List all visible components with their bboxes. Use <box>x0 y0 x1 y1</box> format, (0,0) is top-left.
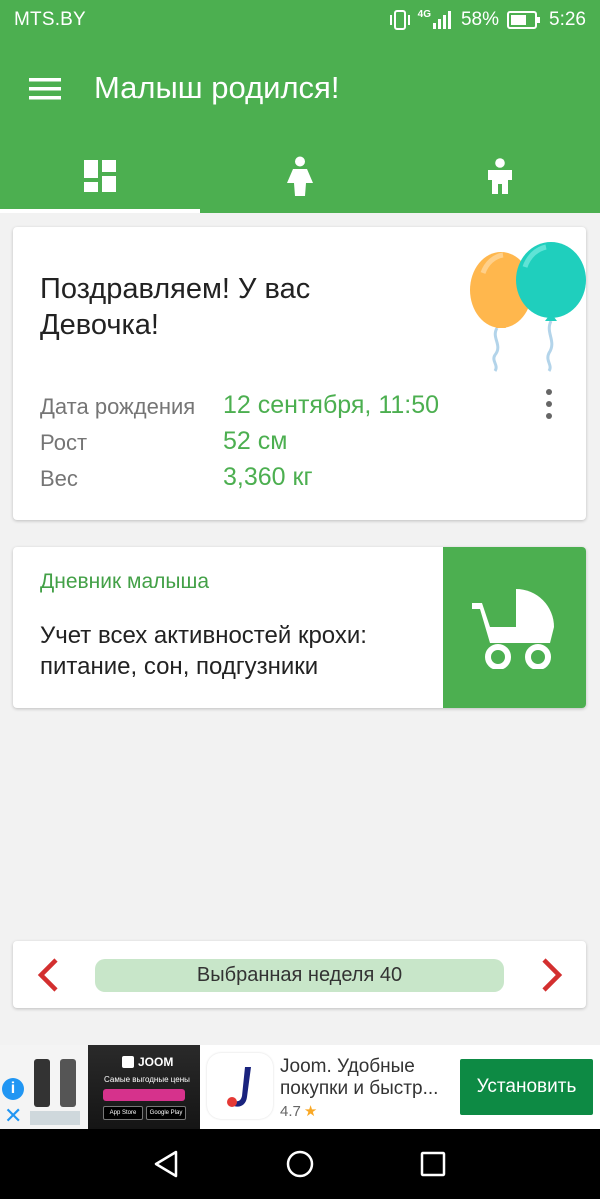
ad-brand-name: JOOM <box>138 1055 174 1069</box>
page-title: Малыш родился! <box>94 70 340 105</box>
chevron-right-icon <box>542 958 563 992</box>
tab-bar <box>0 138 600 213</box>
more-dot <box>546 389 552 395</box>
carrier-label: MTS.BY <box>14 9 86 30</box>
app-store-badge: App Store <box>103 1106 143 1120</box>
birth-date-label: Дата рождения <box>40 394 196 419</box>
more-options-button[interactable] <box>538 389 560 419</box>
congrats-heading: Поздравляем! У вас Девочка! <box>40 273 311 341</box>
birth-info-card: Поздравляем! У вас Девочка! Дата рождени… <box>13 227 586 520</box>
status-bar: MTS.BY 4G 58% 5:26 <box>0 0 600 40</box>
tab-indicator <box>0 209 200 213</box>
back-triangle-icon <box>154 1150 178 1178</box>
hamburger-menu-icon <box>29 78 61 100</box>
recents-button[interactable] <box>415 1146 451 1182</box>
height-value: 52 см <box>223 427 288 455</box>
more-dot <box>546 401 552 407</box>
google-play-badge: Google Play <box>146 1106 186 1120</box>
status-right-group: 4G 58% 5:26 <box>388 9 586 31</box>
recents-square-icon <box>420 1151 446 1177</box>
ad-tagline: Самые выгодные цены <box>104 1075 190 1084</box>
status-icons: 4G <box>388 8 453 30</box>
next-week-button[interactable] <box>529 952 575 998</box>
week-navigator: Выбранная неделя 40 <box>13 941 586 1008</box>
birth-date-value: 12 сентября, 11:50 <box>223 391 440 419</box>
signal-icon <box>432 11 451 29</box>
app-bar: Малыш родился! <box>0 40 600 138</box>
diary-description: Учет всех активностей крохи: питание, со… <box>40 622 367 680</box>
star-icon: ★ <box>303 1103 318 1120</box>
ad-promo-bar <box>103 1089 185 1101</box>
menu-button[interactable] <box>24 68 66 110</box>
home-button[interactable] <box>282 1146 318 1182</box>
more-dot <box>546 413 552 419</box>
weight-value: 3,360 кг <box>223 463 313 491</box>
install-button[interactable]: Установить <box>460 1059 593 1115</box>
baby-diary-card[interactable]: Дневник малыша Учет всех активностей кро… <box>13 547 586 708</box>
girl-icon <box>287 156 313 196</box>
ad-rating-value: 4.7 <box>280 1102 301 1120</box>
system-nav-bar <box>0 1129 600 1199</box>
battery-percent: 58% <box>460 9 500 30</box>
tab-boy[interactable] <box>400 138 600 213</box>
tab-girl[interactable] <box>200 138 400 213</box>
weight-label: Вес <box>40 466 78 491</box>
clock: 5:26 <box>549 9 586 30</box>
ad-rating: 4.7 ★ <box>280 1102 318 1121</box>
prev-week-button[interactable] <box>25 952 71 998</box>
chevron-left-icon <box>37 958 58 992</box>
home-circle-icon <box>286 1150 314 1178</box>
dashboard-icon <box>84 159 116 192</box>
boy-icon <box>488 157 512 194</box>
joom-logo-icon <box>227 1067 251 1107</box>
ad-app-icon <box>207 1053 273 1119</box>
back-button[interactable] <box>148 1146 184 1182</box>
network-label: 4G <box>417 8 431 20</box>
diary-title: Дневник малыша <box>40 570 209 593</box>
selected-week-label[interactable]: Выбранная неделя 40 <box>95 959 504 992</box>
diary-open-button[interactable] <box>443 547 586 708</box>
balloons-icon <box>470 242 586 372</box>
ad-close-icon[interactable]: ✕ <box>4 1103 22 1129</box>
vibrate-icon <box>389 10 410 30</box>
stroller-icon <box>471 588 554 669</box>
tab-dashboard[interactable] <box>0 138 200 213</box>
ad-title: Joom. Удобные покупки и быстр... <box>280 1056 439 1099</box>
ad-banner[interactable]: JOOM Самые выгодные цены App Store Googl… <box>0 1045 600 1129</box>
battery-icon <box>507 11 541 29</box>
ad-brand-logo: JOOM <box>122 1055 173 1069</box>
ad-screenshot: JOOM Самые выгодные цены App Store Googl… <box>0 1045 200 1129</box>
ad-info-icon[interactable]: i <box>2 1078 24 1100</box>
height-label: Рост <box>40 430 88 455</box>
